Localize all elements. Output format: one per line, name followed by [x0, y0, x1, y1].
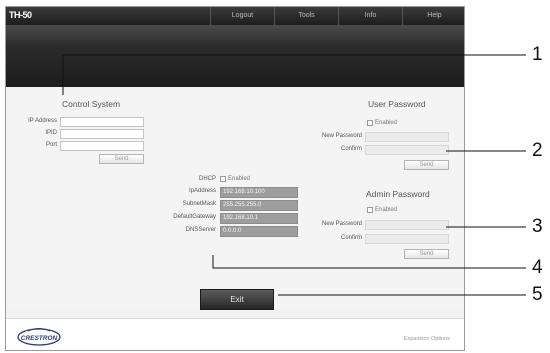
- callout-number-2: 2: [532, 140, 543, 161]
- callout-overlay: [62, 54, 526, 296]
- callout-number-4: 4: [532, 257, 543, 278]
- callout-line-4: [212, 255, 526, 269]
- callout-line-1: [62, 54, 526, 95]
- callout-number-5: 5: [532, 284, 543, 305]
- callout-number-3: 3: [532, 216, 543, 237]
- callout-number-1: 1: [532, 44, 543, 65]
